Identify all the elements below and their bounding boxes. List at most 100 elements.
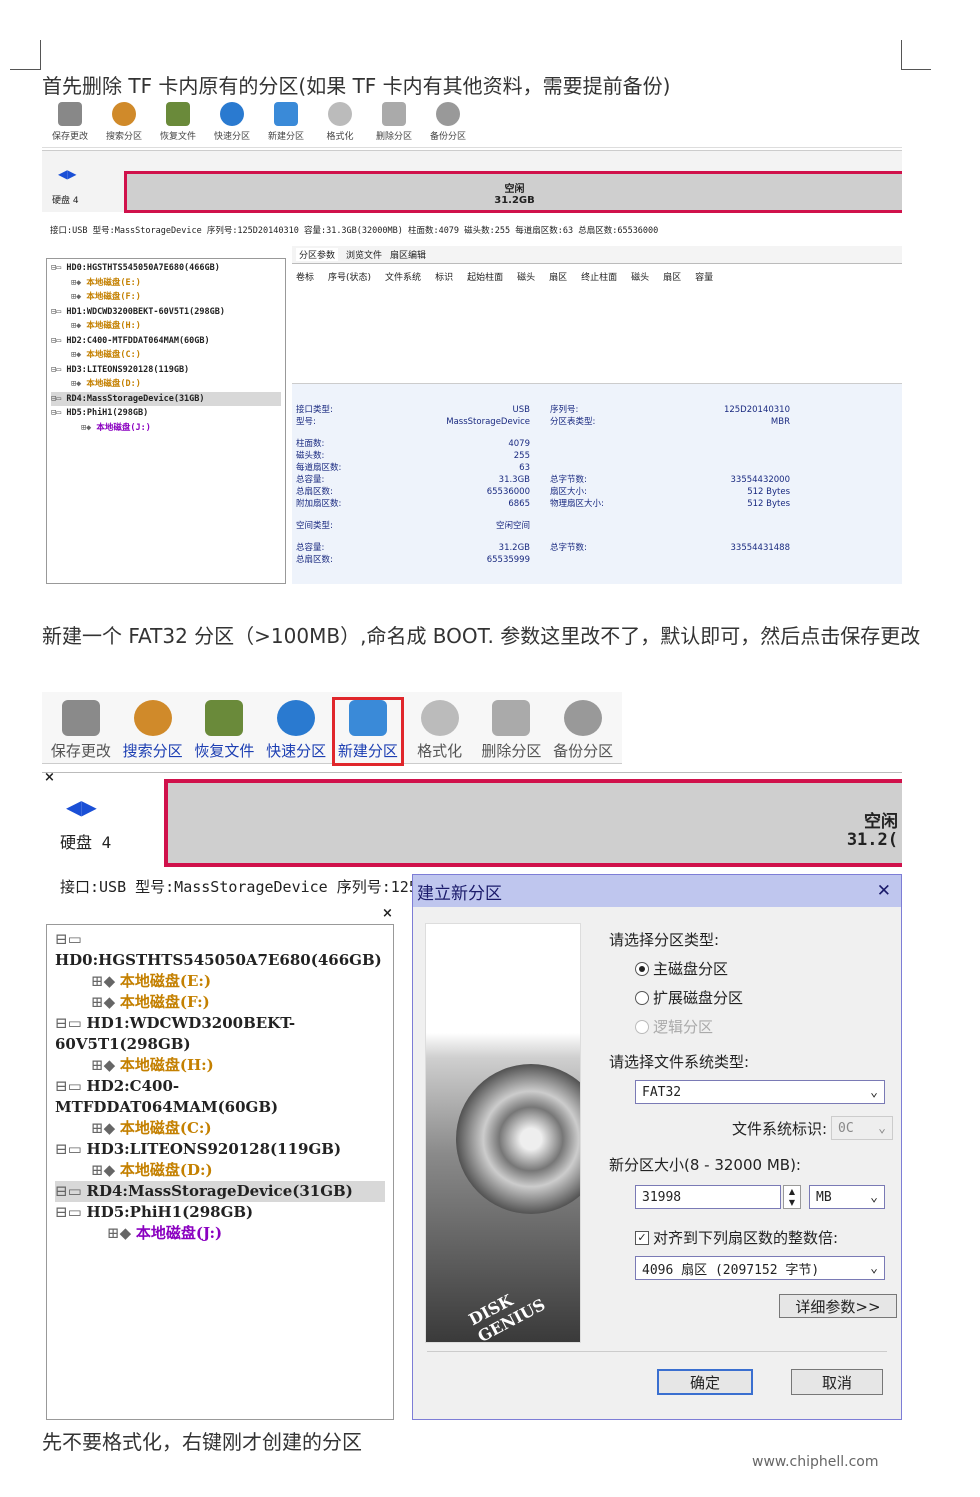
tree-partition-item[interactable]: ⊞◆ 本地磁盘(F:) xyxy=(55,992,385,1013)
tree-partition-item[interactable]: ⊞◆ 本地磁盘(H:) xyxy=(51,319,281,334)
property-value xyxy=(446,428,530,438)
toolbar-save[interactable]: 保存更改 xyxy=(48,700,114,763)
free-partition-bar[interactable]: 空闲 31.2( xyxy=(164,779,902,867)
paragraph-2: 新建一个 FAT32 分区（>100MB）,命名成 BOOT. 参数这里改不了，… xyxy=(42,624,921,648)
toolbar-format[interactable]: 格式化 xyxy=(318,102,362,145)
toolbar-recover[interactable]: 恢复文件 xyxy=(192,700,258,763)
partition-icon: ⊞◆ xyxy=(91,972,120,990)
toolbar-format[interactable]: 格式化 xyxy=(407,700,473,763)
tree-disk-item[interactable]: ⊟▭ HD3:LITEONS920128(119GB) xyxy=(55,1139,385,1160)
tree-partition-item[interactable]: ⊞◆ 本地磁盘(E:) xyxy=(55,971,385,992)
ok-button[interactable]: 确定 xyxy=(657,1369,753,1395)
toolbar-new-highlighted[interactable]: 新建分区 xyxy=(332,697,404,766)
tree-partition-item[interactable]: ⊞◆ 本地磁盘(F:) xyxy=(51,290,281,305)
toolbar-search[interactable]: 搜索分区 xyxy=(120,700,186,763)
align-checkbox-row[interactable]: ✓ 对齐到下列扇区数的整数倍: xyxy=(635,1227,897,1248)
spinner-icon[interactable]: ▲ ▼ xyxy=(783,1185,801,1209)
partition-icon: ⊞◆ xyxy=(91,993,120,1011)
detail-params-button[interactable]: 详细参数>> xyxy=(779,1294,897,1318)
fs-type-select[interactable]: FAT32 ⌄ xyxy=(635,1080,885,1104)
toolbar-backup[interactable]: 备份分区 xyxy=(426,102,470,145)
tree-partition-item[interactable]: ⊞◆ 本地磁盘(C:) xyxy=(55,1118,385,1139)
property-key: 磁头数: xyxy=(296,451,325,461)
tree-partition-item[interactable]: ⊞◆ 本地磁盘(D:) xyxy=(51,377,281,392)
tab-params[interactable]: 分区参数 xyxy=(296,248,339,261)
property-value xyxy=(446,532,530,542)
column-header[interactable]: 扇区 xyxy=(663,270,681,377)
toolbar-quick[interactable]: 快速分区 xyxy=(210,102,254,145)
column-header[interactable]: 文件系统 xyxy=(385,270,421,377)
tree-disk-item[interactable]: ⊟▭ HD0:HGSTHTS545050A7E680(466GB) xyxy=(51,261,281,276)
column-header[interactable]: 扇区 xyxy=(549,270,567,377)
property-value: 512 Bytes xyxy=(747,487,790,497)
tree-disk-item[interactable]: ⊟▭ HD1:WDCWD3200BEKT-60V5T1(298GB) xyxy=(51,305,281,320)
tree-disk-item[interactable]: ⊟▭ HD5:PhiH1(298GB) xyxy=(55,1202,385,1223)
tree-partition-item[interactable]: ⊞◆ 本地磁盘(H:) xyxy=(55,1055,385,1076)
tree-partition-item[interactable]: ⊞◆ 本地磁盘(J:) xyxy=(51,421,281,436)
column-header[interactable]: 磁头 xyxy=(631,270,649,377)
trash-icon xyxy=(382,102,406,126)
property-key: 柱面数: xyxy=(296,439,325,449)
align-select[interactable]: 4096 扇区 (2097152 字节) ⌄ xyxy=(635,1256,885,1280)
property-key xyxy=(550,532,710,542)
free-partition-bar[interactable]: 空闲 31.2GB xyxy=(124,171,902,213)
tree-partition-item[interactable]: ⊞◆ 本地磁盘(J:) xyxy=(55,1223,385,1244)
property-row: 每道扇区数: 63 xyxy=(296,462,896,474)
nav-arrows-icon[interactable]: ◀▶ xyxy=(66,795,97,819)
column-header[interactable]: 卷标 xyxy=(296,270,314,377)
toolbar-delete[interactable]: 删除分区 xyxy=(372,102,416,145)
toolbar-backup[interactable]: 备份分区 xyxy=(550,700,616,763)
column-header[interactable]: 容量 xyxy=(695,270,713,377)
radio-primary[interactable]: 主磁盘分区 xyxy=(635,958,897,979)
property-value xyxy=(710,428,790,438)
tree-disk-item[interactable]: ⊟▭ HD1:WDCWD3200BEKT-60V5T1(298GB) xyxy=(55,1013,385,1055)
tab-sector[interactable]: 扇区编辑 xyxy=(390,248,426,261)
partition-icon: ⊞◆ xyxy=(71,277,87,288)
toolbar-recover[interactable]: 恢复文件 xyxy=(156,102,200,145)
tree-item-label: 本地磁盘(C:) xyxy=(119,1119,212,1137)
tree-partition-item[interactable]: ⊞◆ 本地磁盘(C:) xyxy=(51,348,281,363)
column-header[interactable]: 磁头 xyxy=(517,270,535,377)
toolbar-save[interactable]: 保存更改 xyxy=(48,102,92,145)
column-header[interactable]: 终止柱面 xyxy=(581,270,617,377)
column-header[interactable]: 序号(状态) xyxy=(328,270,371,377)
property-row: 型号: MassStorageDevice 分区表类型: MBR xyxy=(296,416,896,428)
partition-icon: ⊞◆ xyxy=(71,292,87,302)
property-key: 总字节数: xyxy=(550,543,587,553)
column-header[interactable]: 起始柱面 xyxy=(467,270,503,377)
radio-extended[interactable]: 扩展磁盘分区 xyxy=(635,987,897,1008)
toolbar-delete[interactable]: 删除分区 xyxy=(479,700,545,763)
column-header[interactable]: 标识 xyxy=(435,270,453,377)
toolbar-quick[interactable]: 快速分区 xyxy=(263,700,329,763)
tab-browse[interactable]: 浏览文件 xyxy=(346,248,382,261)
platter-graphic xyxy=(456,1064,580,1214)
property-value xyxy=(710,520,790,532)
disk-icon: ⊟▭ xyxy=(51,408,67,418)
tree-disk-item[interactable]: ⊟▭ HD2:C400-MTFDDAT064MAM(60GB) xyxy=(51,334,281,349)
tree-item-label: 本地磁盘(D:) xyxy=(119,1161,213,1179)
tree-disk-item[interactable]: ⊟▭ RD4:MassStorageDevice(31GB) xyxy=(55,1181,385,1202)
tree-disk-item[interactable]: ⊟▭ HD3:LITEONS920128(119GB) xyxy=(51,363,281,378)
close-icon[interactable]: ✕ xyxy=(877,881,891,901)
toolbar-search[interactable]: 搜索分区 xyxy=(102,102,146,145)
close-icon[interactable]: × xyxy=(382,906,393,921)
unit-select[interactable]: MB ⌄ xyxy=(809,1185,885,1209)
toolbar-new[interactable]: 新建分区 xyxy=(264,102,308,145)
tree-disk-item[interactable]: ⊟▭ HD5:PhiH1(298GB) xyxy=(51,406,281,421)
tree-partition-item[interactable]: ⊞◆ 本地磁盘(E:) xyxy=(51,276,281,291)
checkbox-checked-icon[interactable]: ✓ xyxy=(635,1230,649,1245)
partition-icon: ⊞◆ xyxy=(91,1161,120,1179)
tree-partition-item[interactable]: ⊞◆ 本地磁盘(D:) xyxy=(55,1160,385,1181)
nav-arrows-icon[interactable]: ◀▶ xyxy=(58,167,76,181)
property-row: 空间类型: 空闲空间 xyxy=(296,520,896,532)
tree-disk-item[interactable]: ⊟▭ HD0:HGSTHTS545050A7E680(466GB) xyxy=(55,929,385,971)
tree-disk-item[interactable]: ⊟▭ HD2:C400-MTFDDAT064MAM(60GB) xyxy=(55,1076,385,1118)
toolbar-label: 恢复文件 xyxy=(194,742,255,760)
divider xyxy=(427,1351,887,1352)
property-value xyxy=(710,462,790,474)
size-input[interactable]: 31998 xyxy=(635,1185,781,1209)
tree-disk-item[interactable]: ⊟▭ RD4:MassStorageDevice(31GB) xyxy=(51,391,281,406)
cancel-button[interactable]: 取消 xyxy=(791,1369,883,1395)
dialog-title: 建立新分区 xyxy=(417,883,502,904)
disk-icon: ⊟▭ xyxy=(55,1182,87,1200)
